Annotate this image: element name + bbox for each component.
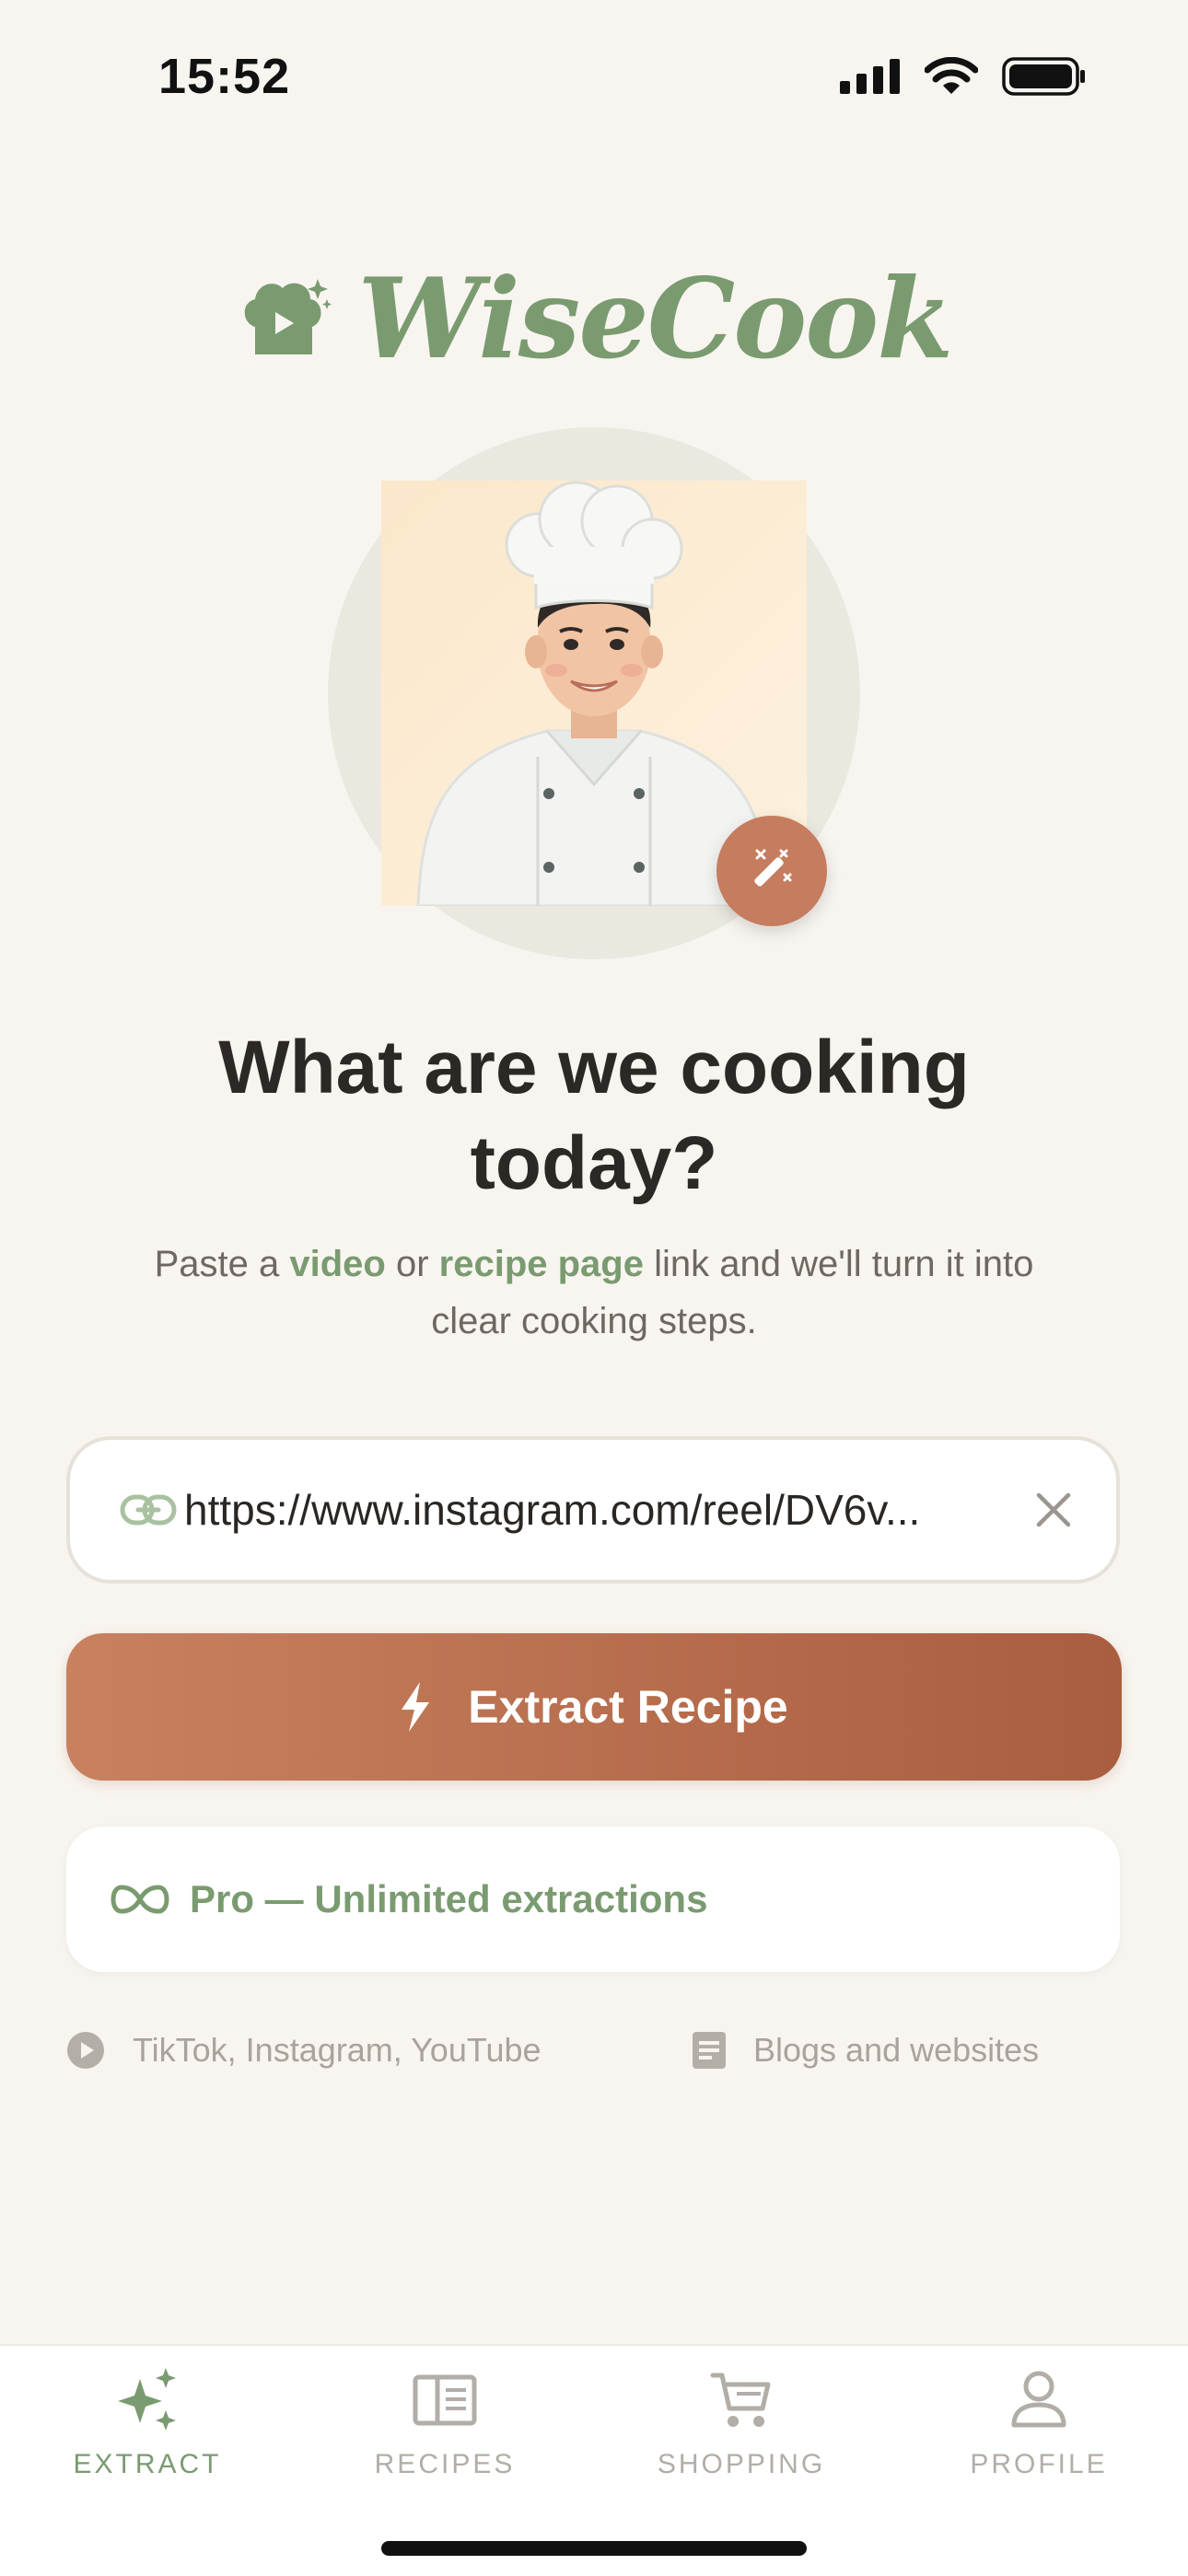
app-name: WiseCook bbox=[357, 254, 954, 384]
subtitle-text: Paste a bbox=[154, 1244, 290, 1284]
magic-wand-badge bbox=[716, 816, 827, 926]
infinity-icon bbox=[111, 1885, 169, 1914]
link-icon bbox=[120, 1494, 177, 1526]
source-websites: Blogs and websites bbox=[693, 2031, 1039, 2070]
source-label: TikTok, Instagram, YouTube bbox=[133, 2031, 542, 2069]
pro-card-label: Pro — Unlimited extractions bbox=[190, 1877, 708, 1920]
book-icon bbox=[413, 2374, 477, 2426]
url-value[interactable]: https://www.instagram.com/reel/DV6v... bbox=[184, 1485, 1013, 1535]
source-label: Blogs and websites bbox=[753, 2031, 1040, 2069]
wifi-icon bbox=[925, 57, 978, 94]
app-logo: WiseCook bbox=[0, 254, 1188, 384]
magic-wand-icon bbox=[754, 849, 792, 887]
extract-button-label: Extract Recipe bbox=[468, 1681, 788, 1733]
chef-avatar bbox=[328, 427, 860, 959]
status-icons bbox=[840, 57, 1087, 96]
pro-upgrade-card[interactable]: Pro — Unlimited extractions bbox=[66, 1827, 1120, 1972]
page-subtitle: Paste a video or recipe page link and we… bbox=[111, 1236, 1077, 1350]
tab-recipes[interactable]: RECIPES bbox=[334, 2368, 555, 2480]
lightning-icon bbox=[402, 1682, 430, 1732]
status-time: 15:52 bbox=[158, 49, 291, 104]
source-video-platforms: TikTok, Instagram, YouTube bbox=[66, 2031, 542, 2070]
tab-profile[interactable]: PROFILE bbox=[928, 2368, 1149, 2480]
tab-extract[interactable]: EXTRACT bbox=[37, 2368, 258, 2480]
tab-label: RECIPES bbox=[374, 2449, 516, 2479]
person-icon bbox=[1011, 2371, 1066, 2428]
battery-icon bbox=[1002, 57, 1085, 96]
cart-icon bbox=[710, 2373, 771, 2427]
subtitle-text: or bbox=[385, 1244, 439, 1284]
signal-icon bbox=[840, 59, 900, 94]
clear-icon[interactable] bbox=[1033, 1490, 1074, 1530]
sparkles-icon bbox=[118, 2368, 176, 2431]
status-bar: 15:52 bbox=[0, 0, 1188, 157]
subtitle-recipe-highlight: recipe page bbox=[438, 1244, 644, 1284]
document-icon bbox=[693, 2032, 726, 2069]
tab-shopping[interactable]: SHOPPING bbox=[631, 2368, 852, 2480]
tab-label: PROFILE bbox=[970, 2449, 1108, 2479]
tab-label: EXTRACT bbox=[73, 2449, 222, 2479]
page-title: What are we cooking today? bbox=[218, 1026, 970, 1205]
tab-label: SHOPPING bbox=[657, 2449, 826, 2479]
play-circle-icon bbox=[67, 2032, 104, 2069]
extract-recipe-button[interactable]: Extract Recipe bbox=[66, 1633, 1122, 1781]
recipe-url-input[interactable]: https://www.instagram.com/reel/DV6v... bbox=[66, 1436, 1120, 1584]
chef-hat-play-icon bbox=[244, 278, 332, 354]
subtitle-video-highlight: video bbox=[289, 1244, 386, 1284]
home-indicator bbox=[381, 2541, 807, 2556]
